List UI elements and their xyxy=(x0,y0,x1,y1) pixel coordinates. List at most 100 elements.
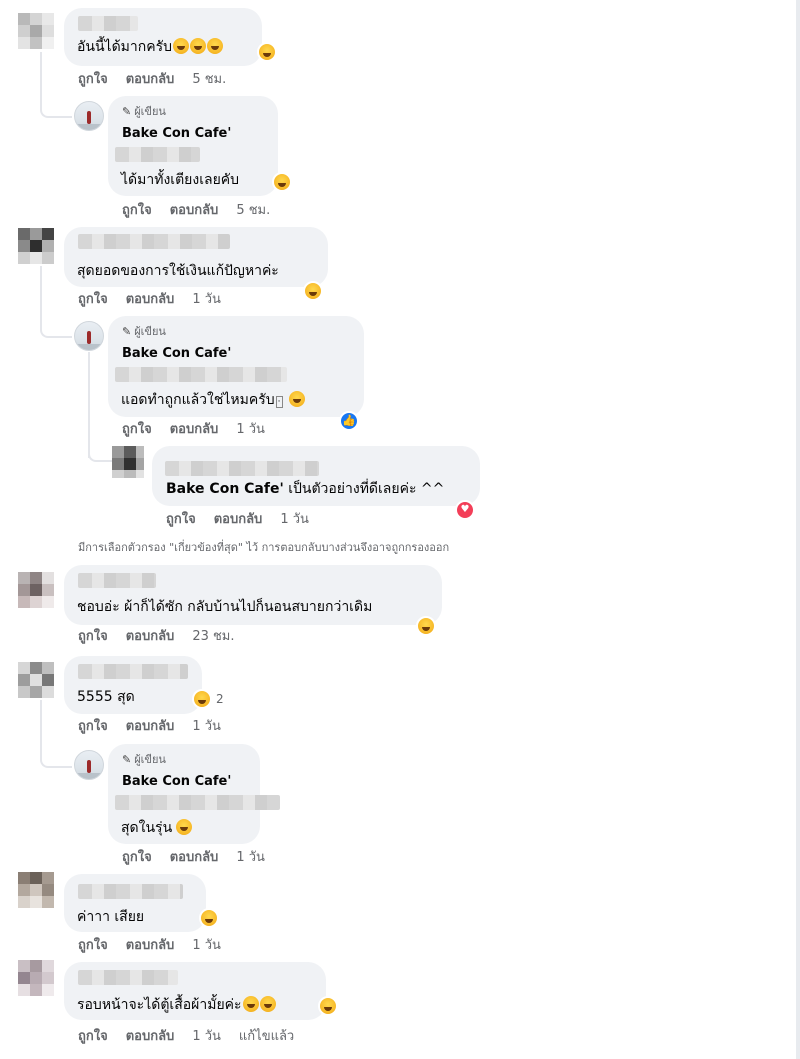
comment-actions: ถูกใจ ตอบกลับ 5 ชม. xyxy=(78,72,244,88)
page-name[interactable]: Bake Con Cafe' xyxy=(122,774,231,790)
author-badge: ✎ ผู้เขียน xyxy=(122,105,166,118)
haha-emoji-icon[interactable] xyxy=(303,281,323,301)
tagged-name[interactable] xyxy=(115,367,287,382)
timestamp[interactable]: 1 วัน xyxy=(192,1029,221,1045)
avatar[interactable] xyxy=(18,872,54,908)
timestamp[interactable]: 1 วัน xyxy=(192,292,221,308)
mention-link[interactable]: Bake Con Cafe' xyxy=(166,481,284,497)
like-button[interactable]: ถูกใจ xyxy=(122,203,152,219)
thread-line xyxy=(40,700,72,768)
timestamp[interactable]: 1 วัน xyxy=(236,850,265,866)
reply-button[interactable]: ตอบกลับ xyxy=(126,292,175,308)
haha-emoji-icon[interactable] xyxy=(318,996,338,1016)
comment-actions: ถูกใจ ตอบกลับ 1 วัน แก้ไขแล้ว xyxy=(78,1029,312,1045)
tagged-name[interactable] xyxy=(115,147,200,162)
reply-actions: ถูกใจ ตอบกลับ 1 วัน xyxy=(122,850,283,866)
smile-emoji-icon xyxy=(176,819,193,835)
comment-text: ค่าาา เสียย xyxy=(77,909,145,925)
reply-button[interactable]: ตอบกลับ xyxy=(170,850,219,866)
page-name[interactable]: Bake Con Cafe' xyxy=(122,346,231,362)
heart-icon[interactable]: ♥ xyxy=(455,500,475,520)
like-button[interactable]: ถูกใจ xyxy=(78,719,108,735)
page-avatar[interactable] xyxy=(74,101,104,131)
reply-button[interactable]: ตอบกลับ xyxy=(126,719,175,735)
page-name[interactable]: Bake Con Cafe' xyxy=(122,126,231,142)
reply-button[interactable]: ตอบกลับ xyxy=(126,72,175,88)
comment-text: อันนี้ได้มากครับ xyxy=(77,38,224,56)
haha-emoji-icon xyxy=(190,38,207,54)
reply-button[interactable]: ตอบกลับ xyxy=(126,629,175,645)
haha-emoji-icon[interactable] xyxy=(199,908,219,928)
comment-actions: ถูกใจ ตอบกลับ 23 ชม. xyxy=(78,629,253,645)
timestamp[interactable]: 1 วัน xyxy=(192,938,221,954)
thread-line xyxy=(88,440,112,462)
avatar[interactable] xyxy=(18,13,54,49)
reaction-count[interactable]: 2 xyxy=(216,692,224,706)
reply-button[interactable]: ตอบกลับ xyxy=(214,512,263,528)
comment-actions: ถูกใจ ตอบกลับ 1 วัน xyxy=(166,512,327,528)
like-button[interactable]: ถูกใจ xyxy=(122,850,152,866)
like-button[interactable]: ถูกใจ xyxy=(78,72,108,88)
pencil-icon: ✎ xyxy=(122,753,132,766)
edited-label[interactable]: แก้ไขแล้ว xyxy=(239,1029,294,1045)
timestamp[interactable]: 5 ชม. xyxy=(192,72,226,88)
comment-text: รอบหน้าจะได้ตู้เสื้อผ้ามั้ยค่ะ xyxy=(77,996,276,1014)
pencil-icon: ✎ xyxy=(122,105,132,118)
comment-text: Bake Con Cafe' เป็นตัวอย่างที่ดีเลยค่ะ ^… xyxy=(166,481,445,497)
reply-button[interactable]: ตอบกลับ xyxy=(170,422,219,438)
reply-button[interactable]: ตอบกลับ xyxy=(170,203,219,219)
like-icon[interactable]: 👍 xyxy=(339,411,359,431)
reply-button[interactable]: ตอบกลับ xyxy=(126,938,175,954)
commenter-name[interactable] xyxy=(78,573,156,588)
reply-text: แอดทำถูกแล้วใช่ไหมครับ · xyxy=(121,391,305,411)
haha-emoji-icon[interactable] xyxy=(416,616,436,636)
reply-button[interactable]: ตอบกลับ xyxy=(126,1029,175,1045)
filter-notice: มีการเลือกตัวกรอง "เกี่ยวข้องที่สุด" ไว้… xyxy=(78,541,450,554)
commenter-name[interactable] xyxy=(165,461,319,476)
comment-text: สุดยอดของการใช้เงินแก้ปัญหาค่ะ xyxy=(77,263,279,279)
commenter-name[interactable] xyxy=(78,16,138,31)
comment-actions: ถูกใจ ตอบกลับ 1 วัน xyxy=(78,719,239,735)
like-button[interactable]: ถูกใจ xyxy=(78,1029,108,1045)
avatar[interactable] xyxy=(18,228,54,264)
scrollbar-track[interactable] xyxy=(796,0,800,1059)
timestamp[interactable]: 1 วัน xyxy=(236,422,265,438)
page-avatar[interactable] xyxy=(74,321,104,351)
avatar[interactable] xyxy=(18,572,54,608)
like-button[interactable]: ถูกใจ xyxy=(122,422,152,438)
timestamp[interactable]: 1 วัน xyxy=(280,512,309,528)
avatar[interactable] xyxy=(18,960,54,996)
smile-emoji-icon xyxy=(242,996,259,1012)
commenter-name[interactable] xyxy=(78,234,230,249)
reply-actions: ถูกใจ ตอบกลับ 5 ชม. xyxy=(122,203,288,219)
timestamp[interactable]: 5 ชม. xyxy=(236,203,270,219)
timestamp[interactable]: 1 วัน xyxy=(192,719,221,735)
commenter-name[interactable] xyxy=(78,884,183,899)
like-button[interactable]: ถูกใจ xyxy=(78,629,108,645)
unknown-glyph-icon: · xyxy=(275,396,283,408)
like-button[interactable]: ถูกใจ xyxy=(78,292,108,308)
haha-emoji-icon[interactable] xyxy=(257,42,277,62)
like-button[interactable]: ถูกใจ xyxy=(166,512,196,528)
haha-emoji-icon[interactable] xyxy=(272,172,292,192)
page-avatar[interactable] xyxy=(74,750,104,780)
haha-emoji-icon[interactable] xyxy=(192,689,212,709)
avatar[interactable] xyxy=(112,446,144,478)
thread-line xyxy=(40,266,72,338)
like-button[interactable]: ถูกใจ xyxy=(78,938,108,954)
avatar[interactable] xyxy=(18,662,54,698)
smile-emoji-icon xyxy=(288,391,305,407)
commenter-name[interactable] xyxy=(78,664,188,679)
thread-line xyxy=(40,52,72,118)
author-badge: ✎ ผู้เขียน xyxy=(122,753,166,766)
author-badge: ✎ ผู้เขียน xyxy=(122,325,166,338)
reply-text: ได้มาทั้งเตียงเลยคับ xyxy=(121,172,240,188)
reply-text: สุดในรุ่น xyxy=(121,819,193,837)
comment-text: ชอบอ่ะ ผ้าก็ได้ซัก กลับบ้านไปก็นอนสบายกว… xyxy=(77,599,373,615)
timestamp[interactable]: 23 ชม. xyxy=(192,629,234,645)
comment-text: 5555 สุด xyxy=(77,689,135,705)
tagged-name[interactable] xyxy=(115,795,280,810)
pencil-icon: ✎ xyxy=(122,325,132,338)
comment-actions: ถูกใจ ตอบกลับ 1 วัน xyxy=(78,938,239,954)
commenter-name[interactable] xyxy=(78,970,178,985)
